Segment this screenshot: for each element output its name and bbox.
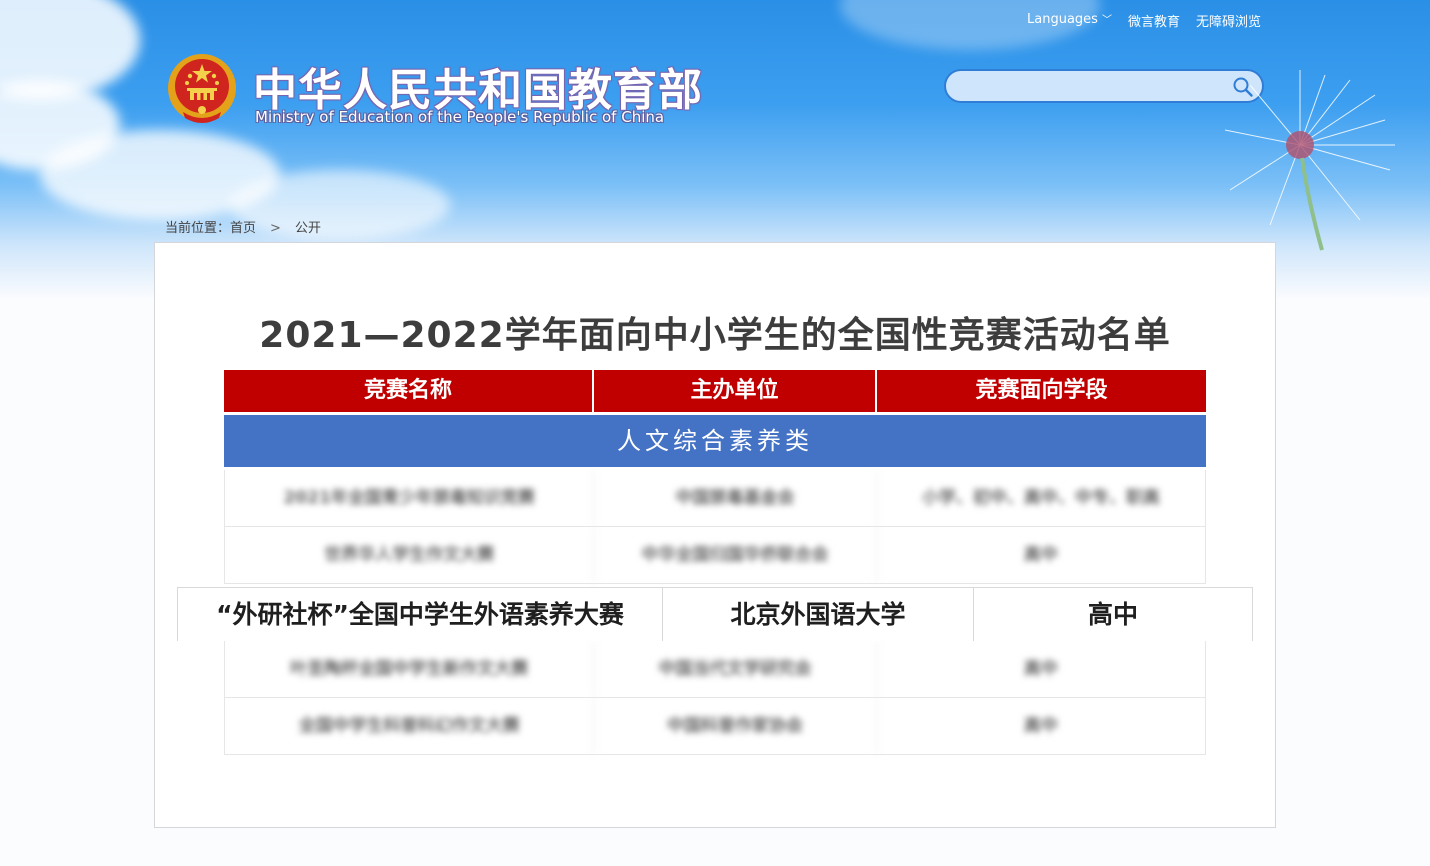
document-title: 2021—2022学年面向中小学生的全国性竞赛活动名单 <box>259 315 1171 356</box>
breadcrumb: 当前位置：首页 > 公开 <box>165 217 321 236</box>
cell-organizer: 中国禁毒基金会 <box>594 470 877 526</box>
national-emblem-icon[interactable] <box>165 52 239 128</box>
column-header-level: 竞赛面向学段 <box>975 378 1108 403</box>
column-header-name: 竞赛名称 <box>224 370 594 412</box>
cell-level: 小学、初中、高中、中专、职高 <box>921 488 1160 508</box>
top-links: Languages ﹀ 微言教育 无障碍浏览 <box>1027 11 1261 30</box>
breadcrumb-home-link[interactable]: 首页 <box>230 221 256 236</box>
highlighted-cell-name: “外研社杯”全国中学生外语素养大赛 <box>178 588 663 641</box>
cell-name: 叶圣陶杯全国中学生新作文大赛 <box>225 641 595 697</box>
cell-name: 全国中学生科普科幻作文大赛 <box>225 698 595 754</box>
site-title-en[interactable]: Ministry of Education of the People's Re… <box>255 108 664 126</box>
category-row: 人文综合素养类 <box>224 415 1206 467</box>
breadcrumb-prefix: 当前位置： <box>165 221 231 236</box>
cell-name: 世界华人学生作文大赛 <box>225 527 595 583</box>
table-row: 叶圣陶杯全国中学生新作文大赛 中国当代文学研究会 高中 <box>224 641 1206 698</box>
highlighted-row: “外研社杯”全国中学生外语素养大赛 北京外国语大学 高中 <box>177 587 1253 641</box>
breadcrumb-separator-icon: > <box>270 221 281 236</box>
cell-level: 高中 <box>1023 545 1058 565</box>
highlighted-cell-organizer: 北京外国语大学 <box>663 588 974 641</box>
cell-name: 2021年全国青少年禁毒知识竞赛 <box>225 470 595 526</box>
chevron-down-icon: ﹀ <box>1101 15 1112 26</box>
cell-organizer: 中国当代文学研究会 <box>594 641 877 697</box>
table-row: 2021年全国青少年禁毒知识竞赛 中国禁毒基金会 小学、初中、高中、中专、职高 <box>224 470 1206 527</box>
languages-menu[interactable]: Languages ﹀ <box>1027 11 1112 30</box>
cell-organizer: 中华全国归国华侨联合会 <box>594 527 877 583</box>
breadcrumb-current-link[interactable]: 公开 <box>295 221 321 236</box>
weiyan-education-link[interactable]: 微言教育 <box>1128 11 1180 30</box>
highlighted-cell-level: 高中 <box>1087 600 1138 629</box>
table-row: 世界华人学生作文大赛 中华全国归国华侨联合会 高中 <box>224 527 1206 584</box>
cell-level: 高中 <box>1023 716 1058 736</box>
languages-label: Languages <box>1027 12 1098 27</box>
cell-level: 高中 <box>1023 659 1058 679</box>
column-header-organizer: 主办单位 <box>594 370 877 412</box>
search-input[interactable] <box>960 77 1234 99</box>
cell-organizer: 中国科普作家协会 <box>594 698 877 754</box>
table-row: 全国中学生科普科幻作文大赛 中国科普作家协会 高中 <box>224 698 1206 755</box>
accessibility-link[interactable]: 无障碍浏览 <box>1196 11 1261 30</box>
dandelion-decoration-icon <box>1224 70 1395 251</box>
table-header: 竞赛名称 主办单位 竞赛面向学段 <box>224 370 1206 412</box>
